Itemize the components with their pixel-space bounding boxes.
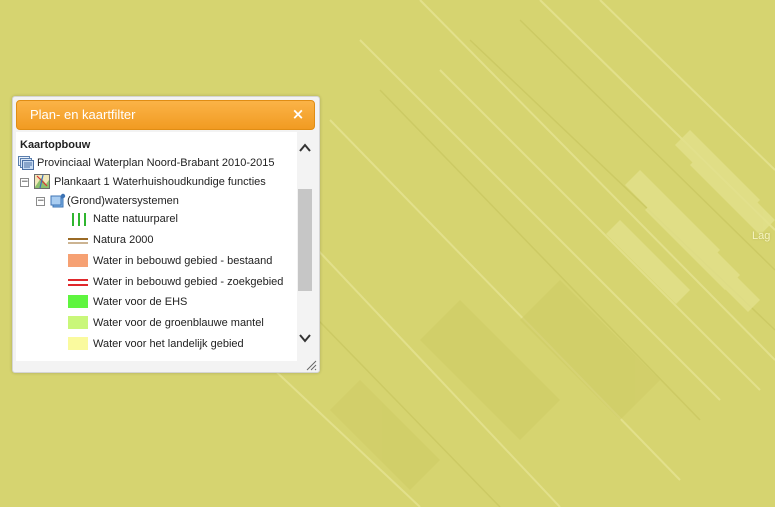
legend-item[interactable]: Water voor het landelijk gebied [68, 335, 296, 353]
chevron-down-icon[interactable] [297, 330, 313, 346]
legend-label: Water voor de EHS [93, 296, 188, 308]
yellow-fill-swatch [68, 337, 88, 356]
scrollbar-thumb[interactable] [298, 189, 312, 291]
legend-label: Natte natuurparel [93, 213, 178, 225]
legend-item[interactable]: Water voor de groenblauwe mantel [68, 314, 296, 332]
legend-label: Water voor het landelijk gebied [93, 338, 244, 350]
layer-tree: Kaartopbouw Provinciaal Waterplan Noord-… [16, 132, 297, 361]
brown-double-line-swatch [68, 234, 88, 253]
legend-label: Natura 2000 [93, 234, 154, 246]
map-place-label: Lag [752, 230, 771, 242]
plankaart-label: Plankaart 1 Waterhuishoudkundige functie… [54, 176, 266, 188]
tree-item-plankaart[interactable]: − Plankaart 1 Waterhuishoudkundige funct… [20, 173, 296, 191]
orange-fill-swatch [68, 254, 88, 273]
tree-item-plan[interactable]: Provinciaal Waterplan Noord-Brabant 2010… [18, 154, 296, 172]
vertical-scrollbar[interactable] [297, 132, 313, 361]
legend-label: Water voor de groenblauwe mantel [93, 317, 264, 329]
group-label: (Grond)watersystemen [67, 195, 179, 207]
layer-group-icon [50, 193, 66, 214]
legend-label: Water in bebouwd gebied - bestaand [93, 255, 273, 267]
plan-kaartfilter-panel: Plan- en kaartfilter × Kaartopbouw Provi… [12, 96, 320, 373]
legend-item[interactable]: Water in bebouwd gebied - bestaand [68, 252, 296, 270]
resize-grip-icon[interactable] [305, 358, 317, 371]
legend-item[interactable]: Natte natuurparel [68, 210, 296, 228]
chevron-up-icon[interactable] [297, 140, 313, 156]
collapse-toggle-group[interactable]: − [36, 197, 45, 206]
section-title: Kaartopbouw [20, 139, 91, 151]
legend-item[interactable]: Water in bebouwd gebied - zoekgebied [68, 273, 296, 291]
green-vertical-lines-swatch [68, 213, 88, 232]
close-icon[interactable]: × [290, 106, 306, 122]
tree-item-grondwatersystemen[interactable]: − (Grond)watersystemen [36, 192, 296, 210]
legend-item[interactable]: Natura 2000 [68, 231, 296, 249]
light-green-fill-swatch [68, 316, 88, 335]
green-fill-swatch [68, 295, 88, 314]
panel-header[interactable]: Plan- en kaartfilter × [16, 100, 315, 130]
plan-label: Provinciaal Waterplan Noord-Brabant 2010… [37, 157, 275, 169]
collapse-toggle-plankaart[interactable]: − [20, 178, 29, 187]
legend-label: Water in bebouwd gebied - zoekgebied [93, 276, 284, 288]
legend-item[interactable]: Water voor de EHS [68, 293, 296, 311]
panel-title: Plan- en kaartfilter [30, 107, 136, 122]
